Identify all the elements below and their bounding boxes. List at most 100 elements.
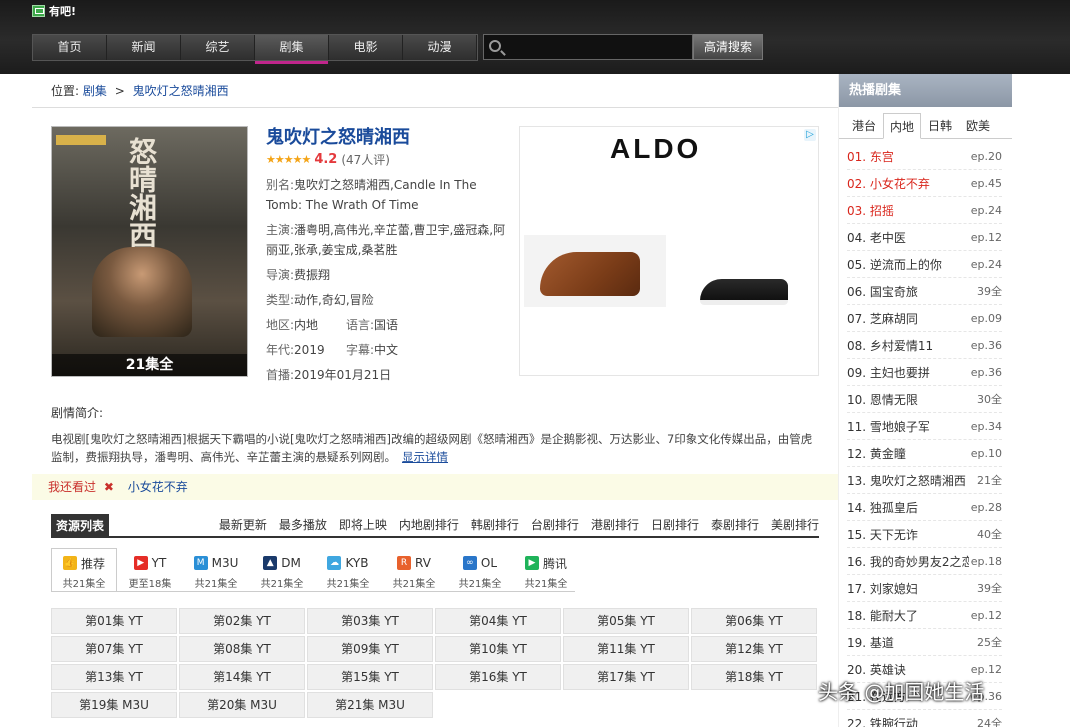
list-item[interactable]: 17. 刘家媳妇 39全	[847, 575, 1002, 602]
rank-name[interactable]: 11. 雪地娘子军	[847, 418, 969, 435]
sidebar-tab-1[interactable]: 内地	[883, 113, 921, 139]
close-icon[interactable]: ✖	[104, 480, 114, 494]
list-item[interactable]: 08. 乡村爱情11 ep.36	[847, 332, 1002, 359]
rank-name[interactable]: 14. 独孤皇后	[847, 499, 969, 516]
rank-name[interactable]: 22. 铁腕行动	[847, 715, 969, 727]
episode-button[interactable]: 第18集 YT	[691, 664, 817, 690]
episode-button[interactable]: 第20集 M3U	[179, 692, 305, 718]
episode-button[interactable]: 第08集 YT	[179, 636, 305, 662]
source-tab[interactable]: ☁ KYB 共21集全	[315, 548, 381, 592]
nav-item-0[interactable]: 首页	[33, 35, 107, 60]
episode-button[interactable]: 第09集 YT	[307, 636, 433, 662]
list-item[interactable]: 07. 芝麻胡同 ep.09	[847, 305, 1002, 332]
sidebar-tab-2[interactable]: 日韩	[921, 113, 959, 139]
episode-button[interactable]: 第10集 YT	[435, 636, 561, 662]
episode-button[interactable]: 第13集 YT	[51, 664, 177, 690]
rank-name[interactable]: 03. 招摇	[847, 202, 969, 219]
search-input[interactable]	[508, 37, 688, 57]
episode-button[interactable]: 第07集 YT	[51, 636, 177, 662]
ad-banner[interactable]: ▷ ALDO	[519, 126, 819, 376]
breadcrumb-link-category[interactable]: 剧集	[83, 84, 107, 98]
rank-name[interactable]: 08. 乡村爱情11	[847, 337, 969, 354]
rank-name[interactable]: 15. 天下无诈	[847, 526, 969, 543]
episode-button[interactable]: 第06集 YT	[691, 608, 817, 634]
ranking-link[interactable]: 台剧排行	[531, 514, 579, 538]
list-item[interactable]: 05. 逆流而上的你 ep.24	[847, 251, 1002, 278]
rank-name[interactable]: 07. 芝麻胡同	[847, 310, 969, 327]
list-item[interactable]: 12. 黄金瞳 ep.10	[847, 440, 1002, 467]
list-item[interactable]: 02. 小女花不弃 ep.45	[847, 170, 1002, 197]
ranking-link[interactable]: 即将上映	[339, 514, 387, 538]
source-tab[interactable]: ▶ YT 更至18集	[117, 548, 183, 592]
star-rating-icon[interactable]: ★★★★★	[266, 150, 311, 170]
list-item[interactable]: 19. 基道 25全	[847, 629, 1002, 656]
list-item[interactable]: 22. 铁腕行动 24全	[847, 710, 1002, 727]
list-item[interactable]: 18. 能耐大了 ep.12	[847, 602, 1002, 629]
list-item[interactable]: 01. 东宫 ep.20	[847, 143, 1002, 170]
ranking-link[interactable]: 最新更新	[219, 514, 267, 538]
ad-choices-icon[interactable]: ▷	[804, 129, 816, 141]
rank-name[interactable]: 01. 东宫	[847, 148, 969, 165]
rank-name[interactable]: 20. 英雄诀	[847, 661, 969, 678]
episode-button[interactable]: 第02集 YT	[179, 608, 305, 634]
rank-name[interactable]: 19. 基道	[847, 634, 969, 651]
list-item[interactable]: 03. 招摇 ep.24	[847, 197, 1002, 224]
site-logo[interactable]: 有吧!	[32, 4, 76, 18]
rank-name[interactable]: 18. 能耐大了	[847, 607, 969, 624]
episode-button[interactable]: 第15集 YT	[307, 664, 433, 690]
source-tab[interactable]: 👍 推荐 共21集全	[51, 548, 117, 592]
source-tab[interactable]: ▶ 腾讯 共21集全	[513, 548, 579, 592]
ranking-link[interactable]: 泰剧排行	[711, 514, 759, 538]
episode-button[interactable]: 第04集 YT	[435, 608, 561, 634]
nav-item-1[interactable]: 新闻	[107, 35, 181, 60]
nav-item-2[interactable]: 综艺	[181, 35, 255, 60]
episode-button[interactable]: 第14集 YT	[179, 664, 305, 690]
ranking-link[interactable]: 最多播放	[279, 514, 327, 538]
episode-button[interactable]: 第01集 YT	[51, 608, 177, 634]
nav-item-5[interactable]: 动漫	[403, 35, 477, 60]
ranking-link[interactable]: 日剧排行	[651, 514, 699, 538]
list-item[interactable]: 09. 主妇也要拼 ep.36	[847, 359, 1002, 386]
ranking-link[interactable]: 内地剧排行	[399, 514, 459, 538]
list-item[interactable]: 10. 恩情无限 30全	[847, 386, 1002, 413]
list-item[interactable]: 04. 老中医 ep.12	[847, 224, 1002, 251]
list-item[interactable]: 06. 国宝奇旅 39全	[847, 278, 1002, 305]
show-details-link[interactable]: 显示详情	[402, 450, 448, 464]
episode-button[interactable]: 第21集 M3U	[307, 692, 433, 718]
episode-button[interactable]: 第11集 YT	[563, 636, 689, 662]
episode-button[interactable]: 第17集 YT	[563, 664, 689, 690]
rank-name[interactable]: 17. 刘家媳妇	[847, 580, 969, 597]
ranking-link[interactable]: 韩剧排行	[471, 514, 519, 538]
list-item[interactable]: 14. 独孤皇后 ep.28	[847, 494, 1002, 521]
rank-name[interactable]: 02. 小女花不弃	[847, 175, 969, 192]
source-tab[interactable]: ▲ DM 共21集全	[249, 548, 315, 592]
sidebar-tab-3[interactable]: 欧美	[959, 113, 997, 139]
sidebar-tab-0[interactable]: 港台	[845, 113, 883, 139]
list-item[interactable]: 11. 雪地娘子军 ep.34	[847, 413, 1002, 440]
rank-name[interactable]: 12. 黄金瞳	[847, 445, 969, 462]
rank-name[interactable]: 06. 国宝奇旅	[847, 283, 969, 300]
list-item[interactable]: 16. 我的奇妙男友2之恋 ep.18	[847, 548, 1002, 575]
nav-item-3[interactable]: 剧集	[255, 35, 329, 64]
nav-item-4[interactable]: 电影	[329, 35, 403, 60]
episode-button[interactable]: 第16集 YT	[435, 664, 561, 690]
source-tab[interactable]: M M3U 共21集全	[183, 548, 249, 592]
source-tab[interactable]: ∞ OL 共21集全	[447, 548, 513, 592]
ranking-link[interactable]: 港剧排行	[591, 514, 639, 538]
rank-name[interactable]: 05. 逆流而上的你	[847, 256, 969, 273]
search-button[interactable]: 高清搜索	[693, 34, 763, 60]
list-item[interactable]: 13. 鬼吹灯之怒晴湘西 21全	[847, 467, 1002, 494]
episode-button[interactable]: 第19集 M3U	[51, 692, 177, 718]
show-poster[interactable]: 怒晴湘西 21集全	[51, 126, 248, 377]
rank-name[interactable]: 09. 主妇也要拼	[847, 364, 969, 381]
show-title[interactable]: 鬼吹灯之怒晴湘西	[266, 126, 516, 150]
rank-name[interactable]: 04. 老中医	[847, 229, 969, 246]
episode-button[interactable]: 第05集 YT	[563, 608, 689, 634]
breadcrumb-current[interactable]: 鬼吹灯之怒晴湘西	[133, 84, 229, 98]
rank-name[interactable]: 16. 我的奇妙男友2之恋	[847, 553, 969, 570]
history-link[interactable]: 小女花不弃	[128, 480, 188, 494]
ranking-link[interactable]: 美剧排行	[771, 514, 819, 538]
episode-button[interactable]: 第03集 YT	[307, 608, 433, 634]
episode-button[interactable]: 第12集 YT	[691, 636, 817, 662]
search-box[interactable]	[483, 34, 693, 60]
